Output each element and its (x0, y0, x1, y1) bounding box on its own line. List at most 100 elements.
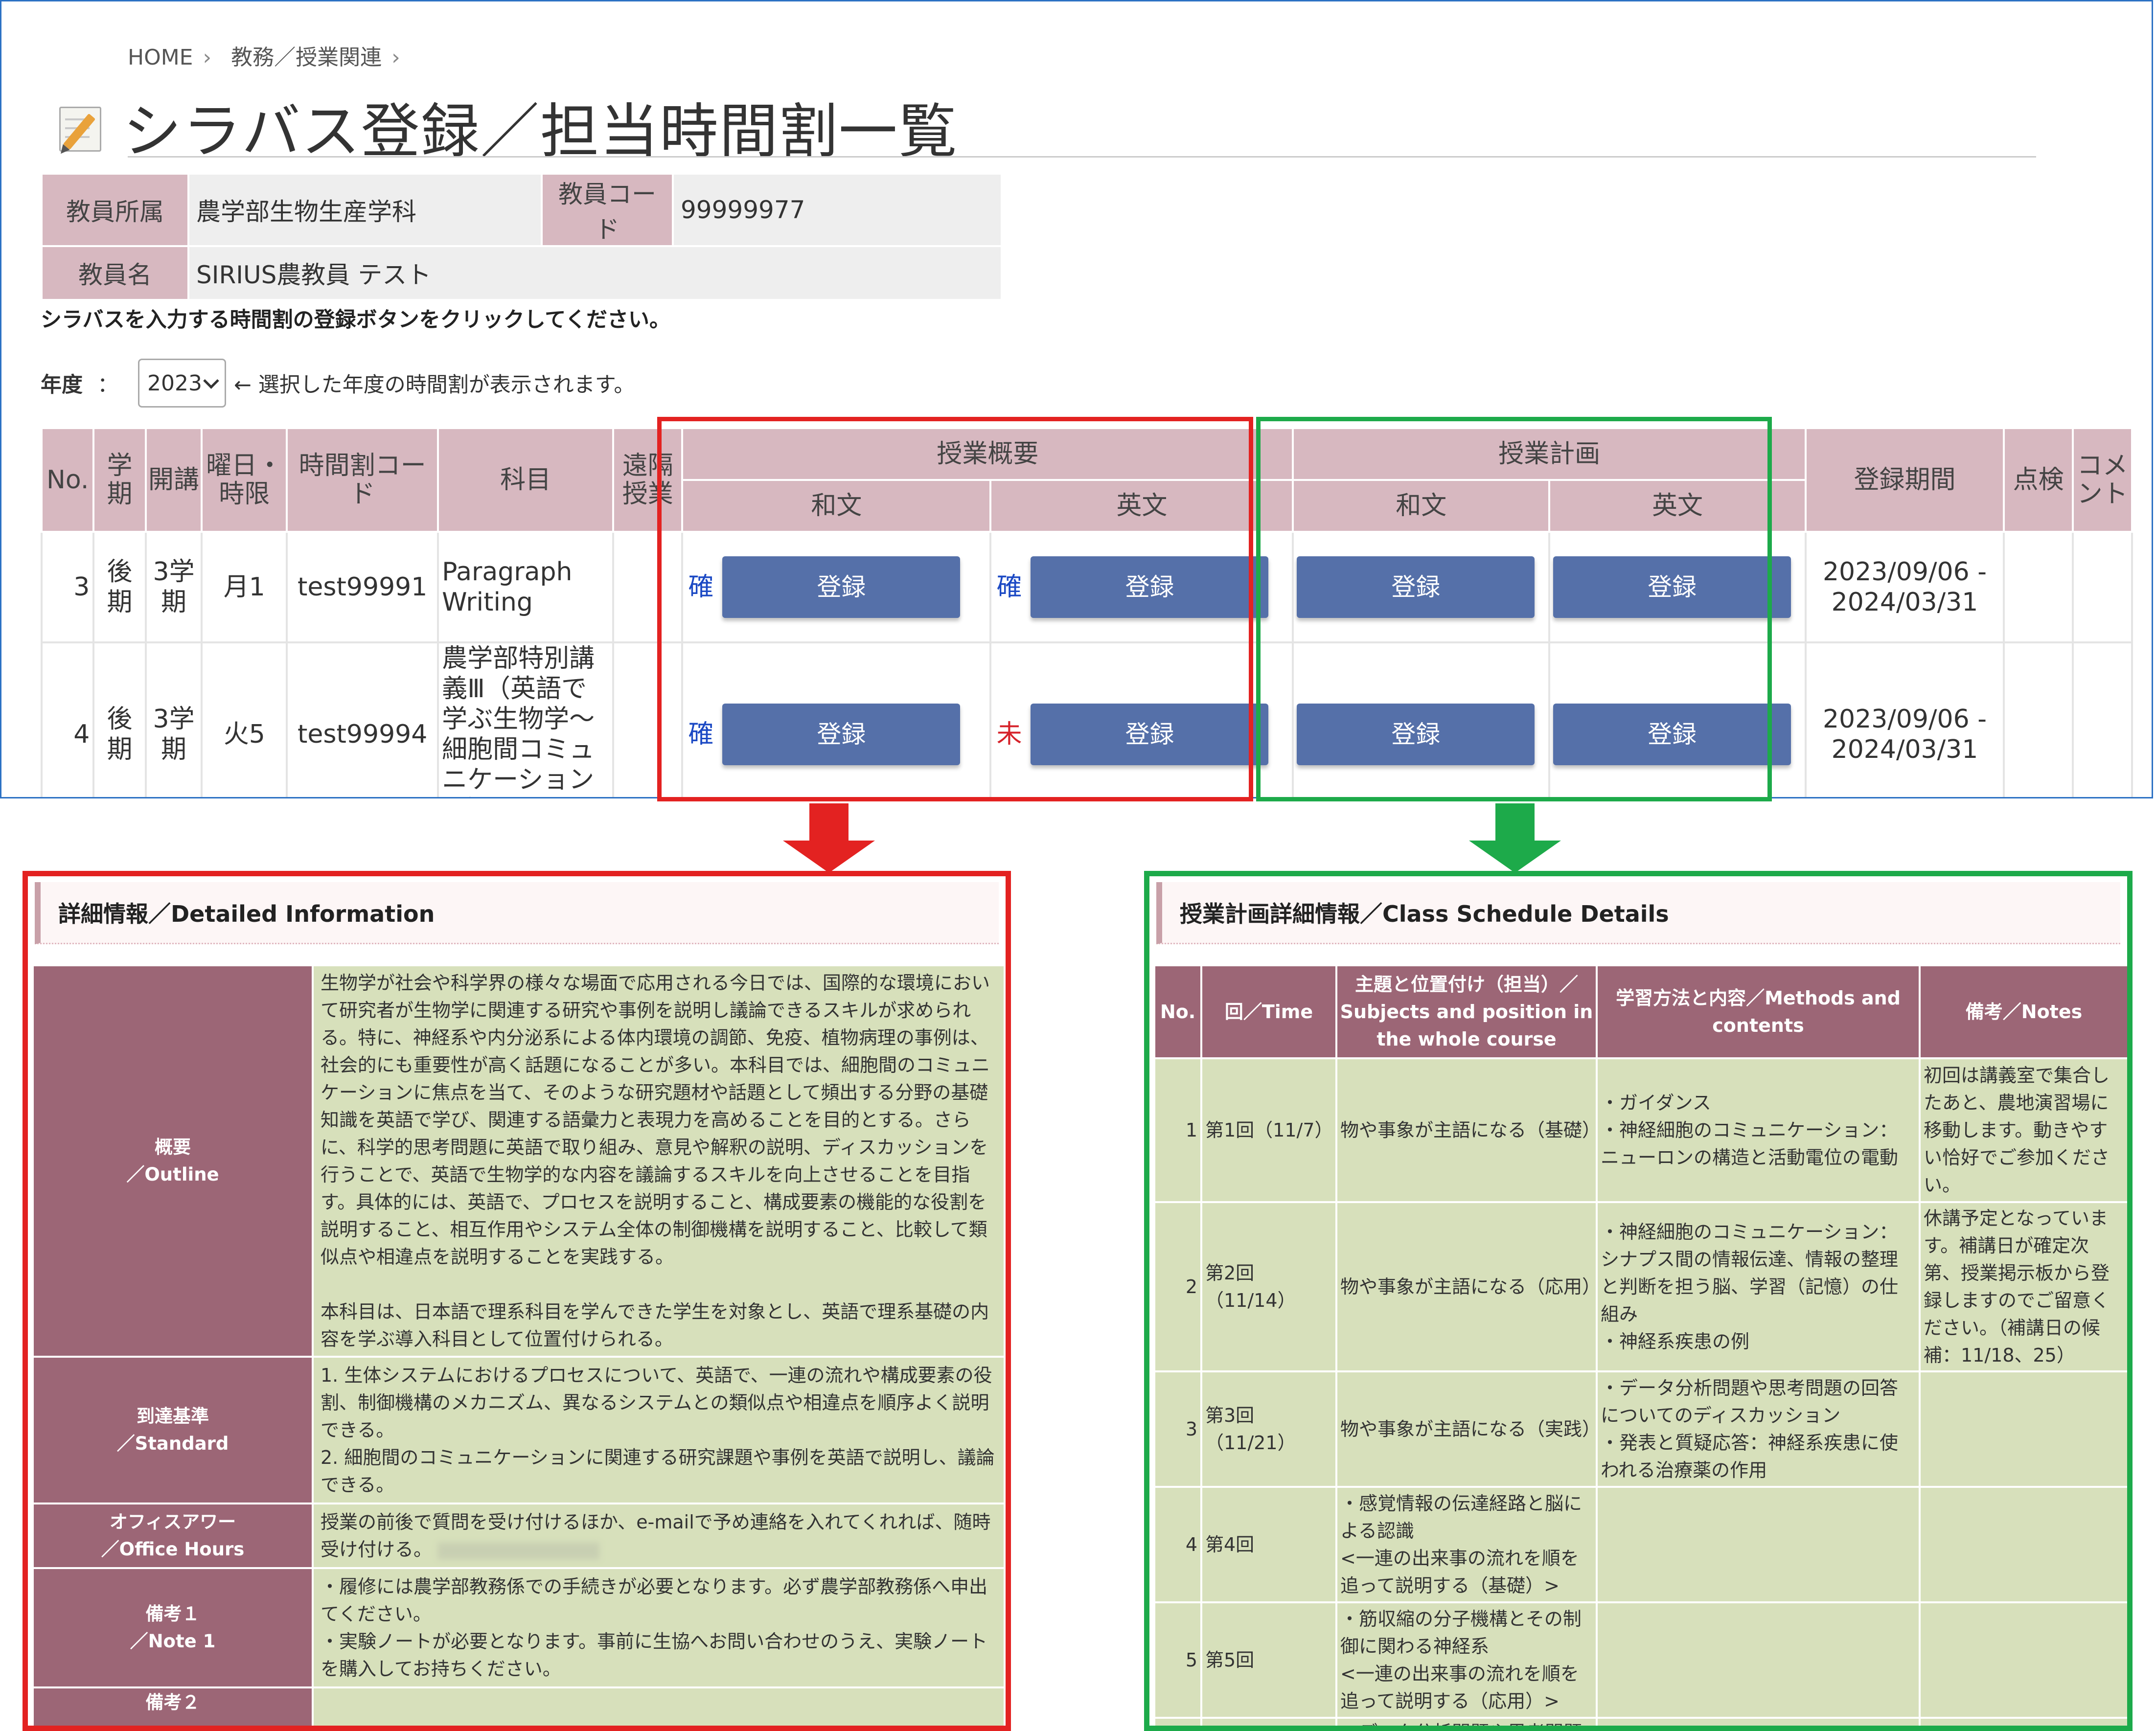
row-comment (2072, 641, 2133, 797)
sched-subject: 物や事象が主語になる（応用） (1335, 1201, 1601, 1372)
row-no: 4 (40, 641, 95, 797)
overview-highlight-box (657, 417, 1253, 801)
col-comment: コメント (2072, 427, 2133, 533)
col-no: No. (40, 427, 95, 533)
standard-item: 1. 生体システムにおけるプロセスについて、英語で、一連の流れや構成要素の役割、… (321, 1365, 992, 1441)
office-hours-text: 授業の前後で質問を受け付けるほか、e-mailで予め連絡を入れてくれれば、随時受… (321, 1511, 991, 1560)
row-code: test99994 (286, 641, 439, 797)
sched-no: 2 (1153, 1201, 1202, 1372)
note1-item: ・実験ノートが必要となります。事前に生協へお問い合わせのうえ、実験ノートを購入し… (321, 1631, 988, 1680)
sched-methods (1596, 1601, 1921, 1719)
plan-highlight-box (1256, 417, 1772, 801)
sched-subject: ・感覚情報の伝達経路と脳による認識 <一連の出来事の流れを順を追って説明する（基… (1335, 1486, 1598, 1603)
instruction-text: シラバスを入力する時間割の登録ボタンをクリックしてください。 (41, 308, 670, 332)
schedule-detail-panel: 授業計画詳細情報／Class Schedule Details No. 回／Ti… (1144, 871, 2133, 1731)
table-row: 備考１ ／Note 1 ・履修には農学部教務係での手続きが必要となります。必ず農学… (32, 1567, 1006, 1688)
outline-paragraph: 本科目は、日本語で理系科目を学んできた学生を対象とし、英語で理系基礎の内容を学ぶ… (321, 1301, 989, 1350)
row-period: 2023/09/06 - 2024/03/31 (1804, 531, 2005, 643)
office-hours-value: 授業の前後で質問を受け付けるほか、e-mailで予め連絡を入れてくれれば、随時受… (312, 1503, 1006, 1569)
breadcrumb-home[interactable]: HOME (128, 45, 193, 70)
note1-item: ・履修には農学部教務係での手続きが必要となります。必ず農学部教務係へ申出てくださ… (321, 1576, 988, 1625)
schedule-detail-heading: 授業計画詳細情報／Class Schedule Details (1156, 882, 2120, 944)
teacher-name-label: 教員名 (43, 247, 187, 299)
sched-methods: ・神経細胞のコミュニケーション：シナプス間の情報伝達、情報の整理と判断を担う脳、… (1596, 1201, 1921, 1372)
teacher-name-value: SIRIUS農教員 テスト (189, 247, 1001, 299)
row-term: 後期 (92, 641, 147, 797)
sched-col-notes: 備考／Notes (1919, 964, 2127, 1059)
row-check (2003, 531, 2074, 643)
col-timetable-code: 時間割コード (286, 427, 439, 533)
detail-info-table: 概要 ／Outline 生物学が社会や科学界の様々な場面で応用される今日では、国際… (32, 964, 1006, 1726)
sched-time: 第1回（11/7） (1200, 1057, 1337, 1203)
row-open: 3学期 (144, 641, 203, 797)
sched-time (1200, 1717, 1337, 1726)
sched-subject: ・筋収縮の分子機構とその制御に関わる神経系 <一連の出来事の流れを順を追って説明… (1335, 1601, 1598, 1719)
sched-subject: 物や事象が主語になる（実践） (1335, 1370, 1601, 1488)
affiliation-value: 農学部生物生産学科 (189, 175, 541, 245)
table-row: オフィスアワー ／Office Hours 授業の前後で質問を受け付けるほか、e-… (32, 1503, 1006, 1569)
row-subject: Paragraph Writing (437, 531, 615, 643)
year-selector-row: 年度 ： 2023 ← 選択した年度の時間割が表示されます。 (41, 359, 635, 408)
breadcrumb-section[interactable]: 教務／授業関連 (231, 45, 382, 70)
arrow-down-icon (783, 803, 875, 873)
outline-label: 概要 ／Outline (32, 964, 314, 1358)
title-divider (128, 156, 2036, 158)
sched-methods: ・ガイダンス ・神経細胞のコミュニケーション：ニューロンの構造と活動電位の電動 (1596, 1057, 1921, 1203)
table-row: 5 第5回 ・筋収縮の分子機構とその制御に関わる神経系 <一連の出来事の流れを順を追… (1153, 1601, 2127, 1719)
col-period: 登録期間 (1804, 427, 2005, 533)
sched-subject: ・データ分析問題や思考問題の (1335, 1717, 1598, 1726)
col-day-period: 曜日・時限 (201, 427, 288, 533)
sched-notes (1919, 1486, 2127, 1603)
detail-info-heading: 詳細情報／Detailed Information (35, 882, 999, 944)
sched-notes: 休講予定となっています。補講日が確定次第、授業掲示板から登録しますのでご留意くだ… (1919, 1201, 2127, 1372)
sched-col-no: No. (1153, 964, 1202, 1059)
chevron-down-icon (203, 372, 219, 389)
sched-col-subject: 主題と位置付け（担当）／Subjects and position in the… (1335, 964, 1598, 1059)
breadcrumb: HOME › 教務／授業関連 › (128, 40, 420, 71)
row-day: 月1 (201, 531, 288, 643)
sched-subject: 物や事象が主語になる（基礎） (1335, 1057, 1601, 1203)
sched-notes (1919, 1601, 2127, 1719)
outline-paragraph: 生物学が社会や科学界の様々な場面で応用される今日では、国際的な環境において研究者… (321, 972, 990, 1268)
teacher-info-table: 教員所属 農学部生物生産学科 教員コード 99999977 教員名 SIRIUS… (41, 173, 1003, 301)
year-select[interactable]: 2023 (138, 359, 226, 408)
sched-methods (1596, 1717, 1921, 1726)
note1-label: 備考１ ／Note 1 (32, 1567, 314, 1688)
col-check: 点検 (2003, 427, 2074, 533)
year-label: 年度 (41, 373, 83, 397)
breadcrumb-separator: › (391, 45, 400, 70)
note2-value (312, 1686, 1006, 1726)
standard-label: 到達基準 ／Standard (32, 1356, 314, 1504)
table-row: 1 第1回（11/7） 物や事象が主語になる（基礎） ・ガイダンス ・神経細胞のコミュ… (1153, 1057, 2127, 1203)
standard-item: 2. 細胞間のコミュニケーションに関連する研究課題や事例を英語で説明し、議論でき… (321, 1447, 995, 1496)
row-check (2003, 641, 2074, 797)
row-period: 2023/09/06 - 2024/03/31 (1804, 641, 2005, 797)
outline-value: 生物学が社会や科学界の様々な場面で応用される今日では、国際的な環境において研究者… (312, 964, 1006, 1358)
note1-value: ・履修には農学部教務係での手続きが必要となります。必ず農学部教務係へ申出てくださ… (312, 1567, 1006, 1688)
row-subject: 農学部特別講義Ⅲ（英語で学ぶ生物学～細胞間コミュニケーション～） (437, 641, 615, 797)
table-row: 4 第4回 ・感覚情報の伝達経路と脳による認識 <一連の出来事の流れを順を追って説明… (1153, 1486, 2127, 1603)
table-row: 備考２ (32, 1686, 1006, 1726)
sched-notes (1919, 1370, 2127, 1488)
row-no: 3 (40, 531, 95, 643)
teacher-code-label: 教員コード (543, 175, 672, 245)
table-row: 到達基準 ／Standard 1. 生体システムにおけるプロセスについて、英語で、… (32, 1356, 1006, 1504)
teacher-code-value: 99999977 (674, 175, 1001, 245)
schedule-table: No. 回／Time 主題と位置付け（担当）／Subjects and posi… (1153, 964, 2127, 1726)
year-hint: ← 選択した年度の時間割が表示されます。 (234, 373, 635, 397)
year-select-value: 2023 (147, 370, 202, 396)
year-colon: ： (97, 373, 118, 397)
row-open: 3学期 (144, 531, 203, 643)
col-term: 学期 (92, 427, 147, 533)
memo-pencil-icon (55, 102, 104, 152)
standard-value: 1. 生体システムにおけるプロセスについて、英語で、一連の流れや構成要素の役割、… (312, 1356, 1006, 1504)
table-row: 2 第2回（11/14） 物や事象が主語になる（応用） ・神経細胞のコミュニケーション… (1153, 1201, 2127, 1372)
arrow-down-icon (1469, 803, 1561, 873)
office-hours-label: オフィスアワー ／Office Hours (32, 1503, 314, 1569)
sched-notes (1919, 1717, 2127, 1726)
sched-methods: ・データ分析問題や思考問題の回答についてのディスカッション ・発表と質疑応答：神… (1596, 1370, 1921, 1488)
sched-no: 4 (1153, 1486, 1202, 1603)
breadcrumb-separator: › (203, 45, 212, 70)
sched-no (1153, 1717, 1202, 1726)
table-row: 3 第3回（11/21） 物や事象が主語になる（実践） ・データ分析問題や思考問題の回… (1153, 1370, 2127, 1488)
